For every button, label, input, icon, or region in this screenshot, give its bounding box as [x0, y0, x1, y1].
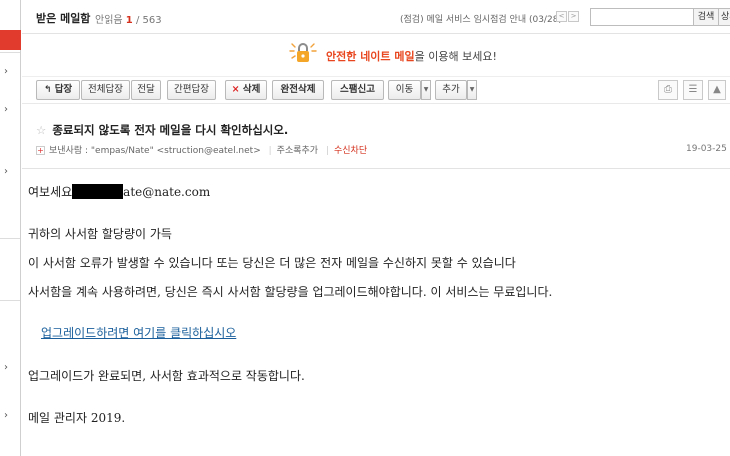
search-input[interactable]	[590, 8, 694, 26]
search-button[interactable]: 검색	[693, 8, 719, 26]
mail-toolbar: ↰ 답장 전체답장 전달 간편답장 × 삭제 완전삭제 스팸신고 이동 ▼ 추가…	[22, 76, 730, 104]
chevron-up-icon[interactable]: ▲	[708, 80, 726, 100]
list-icon[interactable]: ☰	[683, 80, 703, 100]
block-sender-link[interactable]: 수신차단	[334, 146, 367, 156]
greeting-prefix: 여보세요	[28, 185, 73, 199]
separator: |	[268, 146, 272, 156]
header-divider	[22, 168, 730, 169]
star-icon[interactable]: ☆	[36, 123, 46, 137]
chevron-down-icon[interactable]: ▼	[421, 80, 431, 100]
prev-notice-button[interactable]: <	[556, 11, 567, 22]
chevron-down-icon[interactable]: ▼	[467, 80, 477, 100]
upgrade-link[interactable]: 업그레이드하려면 여기를 클릭하십시오	[41, 324, 236, 341]
sender-address[interactable]: "empas/Nate" <struction@eatel.net>	[91, 146, 261, 156]
promo-rest: 을 이용해 보세요!	[414, 50, 497, 63]
promo-text: 안전한 네이트 메일을 이용해 보세요!	[326, 48, 497, 64]
page-title: 받은 메일함	[36, 12, 91, 25]
print-icon[interactable]: ⎙	[658, 80, 678, 100]
chevron-right-icon[interactable]: ›	[4, 166, 8, 178]
separator: |	[325, 146, 329, 156]
add-contact-link[interactable]: 주소록추가	[277, 146, 318, 156]
email-subject: ☆ 종료되지 않도록 전자 메일을 다시 확인하십시오.	[36, 122, 288, 138]
body-paragraph-3: 사서함을 계속 사용하려면, 당신은 즉시 사서함 할당량을 업그레이드해야합니…	[28, 285, 553, 299]
signature: 메일 관리자 2019.	[28, 411, 126, 425]
chevron-right-icon[interactable]: ›	[4, 362, 8, 374]
next-notice-button[interactable]: >	[568, 11, 579, 22]
reply-all-button[interactable]: 전체답장	[81, 80, 130, 100]
more-button[interactable]: 추가	[435, 80, 467, 100]
redaction-box	[72, 184, 124, 199]
total-count: / 563	[135, 15, 162, 26]
plus-icon[interactable]: +	[36, 146, 45, 155]
delete-button[interactable]: × 삭제	[225, 80, 267, 100]
promo-highlight: 안전한 네이트 메일	[326, 50, 415, 63]
body-paragraph-2: 이 사서함 오류가 발생할 수 있습니다 또는 당신은 더 많은 전자 메일을 …	[28, 256, 516, 270]
sender-row: + 보낸사람 : "empas/Nate" <struction@eatel.ne…	[36, 143, 367, 156]
chevron-right-icon[interactable]: ›	[4, 410, 8, 422]
mailbox-header: 받은 메일함 안읽음 1 / 563 (점검) 메일 서비스 임시점검 안내 (…	[22, 0, 730, 34]
promo-banner[interactable]: 안전한 네이트 메일을 이용해 보세요!	[22, 35, 730, 75]
divider	[0, 52, 20, 53]
left-sidebar: › › › › ›	[0, 0, 21, 456]
body-paragraph-1: 귀하의 사서함 할당량이 가득	[28, 227, 172, 241]
greeting-line: 여보세요 ate@nate.com	[28, 183, 210, 200]
delete-permanent-button[interactable]: 완전삭제	[272, 80, 324, 100]
chevron-right-icon[interactable]: ›	[4, 66, 8, 78]
unread-counter: 안읽음 1 / 563	[95, 11, 162, 26]
divider	[0, 300, 20, 301]
close-icon: ×	[231, 84, 240, 95]
reply-arrow-icon: ↰	[43, 85, 52, 95]
detail-search-button[interactable]: 상세	[718, 8, 730, 26]
sidebar-accent-bar	[0, 30, 21, 50]
service-notice-link[interactable]: (점검) 메일 서비스 임시점검 안내 (03/28)	[400, 12, 562, 25]
email-date: 19-03-25 12:	[686, 144, 730, 154]
subject-text: 종료되지 않도록 전자 메일을 다시 확인하십시오.	[52, 123, 289, 137]
delete-label: 삭제	[242, 84, 261, 95]
unread-label: 안읽음	[95, 15, 123, 26]
lock-icon	[289, 43, 317, 62]
reply-button[interactable]: ↰ 답장	[36, 80, 80, 100]
greeting-email: ate@nate.com	[123, 185, 211, 199]
unread-count[interactable]: 1	[126, 15, 133, 26]
reply-label: 답장	[54, 84, 73, 95]
body-paragraph-4: 업그레이드가 완료되면, 사서함 효과적으로 작동합니다.	[28, 369, 305, 383]
divider	[0, 238, 20, 239]
move-button[interactable]: 이동	[388, 80, 421, 100]
mail-view: 받은 메일함 안읽음 1 / 563 (점검) 메일 서비스 임시점검 안내 (…	[22, 0, 730, 456]
chevron-right-icon[interactable]: ›	[4, 104, 8, 116]
forward-button[interactable]: 전달	[131, 80, 161, 100]
quick-reply-button[interactable]: 간편답장	[167, 80, 216, 100]
report-spam-button[interactable]: 스팸신고	[331, 80, 384, 100]
sender-label: 보낸사람 :	[49, 146, 89, 156]
